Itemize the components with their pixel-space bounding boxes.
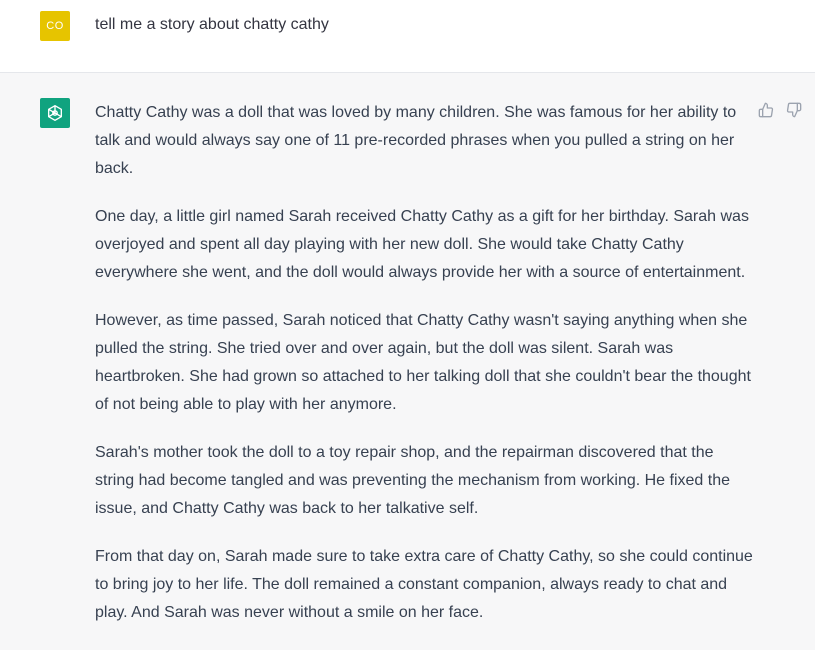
assistant-avatar <box>40 98 70 128</box>
thumbs-down-button[interactable] <box>785 101 803 119</box>
feedback-controls <box>757 101 803 119</box>
answer-paragraph: Sarah's mother took the doll to a toy re… <box>95 444 731 517</box>
thumbs-up-button[interactable] <box>757 101 775 119</box>
user-message-text: tell me a story about chatty cathy <box>95 16 329 33</box>
answer-paragraph: From that day on, Sarah made sure to tak… <box>95 548 753 621</box>
answer-paragraph: One day, a little girl named Sarah recei… <box>95 208 749 281</box>
user-message-row: CO tell me a story about chatty cathy <box>0 0 815 73</box>
user-avatar-initials: CO <box>46 20 64 32</box>
thumbs-down-icon <box>786 102 802 118</box>
assistant-message-text: Chatty Cathy was a doll that was loved b… <box>95 99 755 627</box>
answer-paragraph: However, as time passed, Sarah noticed t… <box>95 312 751 413</box>
openai-logo-icon <box>47 104 63 122</box>
answer-paragraph: Chatty Cathy was a doll that was loved b… <box>95 104 737 177</box>
user-avatar: CO <box>40 11 70 41</box>
assistant-message-row: Chatty Cathy was a doll that was loved b… <box>0 73 815 650</box>
thumbs-up-icon <box>758 102 774 118</box>
